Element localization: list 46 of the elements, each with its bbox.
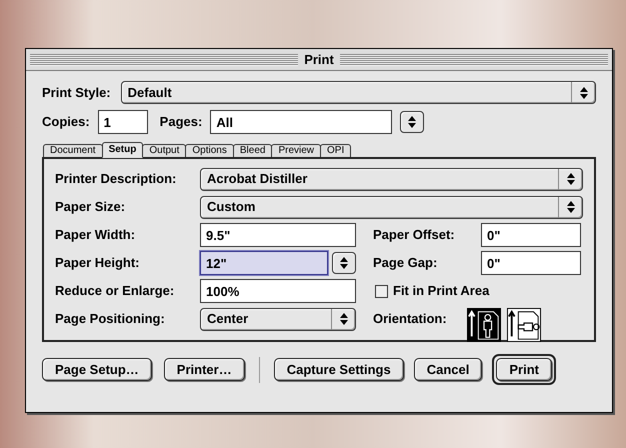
field-label: Copies:	[42, 113, 90, 132]
stepper-arrows-icon	[340, 313, 348, 325]
field-label: Page Positioning:	[55, 310, 166, 328]
tab[interactable]: Document	[43, 144, 103, 158]
tab[interactable]: OPI	[320, 144, 352, 158]
field-label: Print Style:	[42, 84, 111, 102]
field-label: Pages:	[160, 113, 202, 132]
field-label: Fit in Print Area	[393, 282, 490, 300]
dialog-button[interactable]: Print	[492, 354, 556, 385]
tab[interactable]: Options	[185, 144, 234, 158]
pages-stepper[interactable]	[400, 111, 424, 133]
field-label: Paper Width:	[55, 226, 136, 244]
text-field[interactable]: 0"	[481, 251, 581, 275]
stepper-arrows-icon	[566, 201, 574, 213]
field-label: Paper Height:	[55, 254, 141, 272]
stepper-arrows-icon	[566, 173, 574, 185]
text-field[interactable]: 100%	[200, 279, 356, 303]
stepper-arrows-icon	[580, 86, 588, 98]
window-title: Print	[304, 50, 334, 69]
tab[interactable]: Preview	[271, 144, 322, 158]
dialog-button[interactable]: Capture Settings	[274, 358, 404, 381]
dialog-button[interactable]: Printer…	[164, 358, 245, 381]
checkbox[interactable]	[375, 284, 388, 298]
height-stepper[interactable]	[332, 252, 356, 274]
field-label: Paper Size:	[55, 198, 126, 216]
popup-menu[interactable]: Acrobat Distiller	[200, 168, 583, 190]
stepper-arrows-icon	[340, 257, 348, 269]
field-label: Paper Offset:	[372, 226, 456, 244]
text-field[interactable]: 12"	[200, 251, 328, 275]
tab[interactable]: Setup	[102, 142, 144, 158]
dialog-button[interactable]: Cancel	[414, 358, 482, 381]
popup-menu[interactable]: Custom	[200, 196, 583, 218]
field-label: Page Gap:	[372, 254, 438, 272]
text-field[interactable]: 0"	[481, 223, 581, 247]
portrait-orientation-button[interactable]	[466, 307, 501, 343]
dialog-button[interactable]: Page Setup…	[42, 358, 152, 381]
text-field[interactable]: 9.5"	[200, 223, 356, 247]
popup-menu[interactable]: Default	[120, 81, 596, 104]
text-field[interactable]: All	[210, 110, 392, 134]
field-label: Reduce or Enlarge:	[55, 282, 176, 300]
field-label: Printer Description:	[55, 170, 178, 188]
popup-menu[interactable]: Center	[200, 308, 356, 330]
stepper-arrows-icon	[408, 116, 416, 128]
landscape-orientation-button[interactable]	[506, 307, 541, 343]
text-field[interactable]: 1	[98, 110, 148, 134]
field-label: Orientation:	[373, 310, 447, 328]
